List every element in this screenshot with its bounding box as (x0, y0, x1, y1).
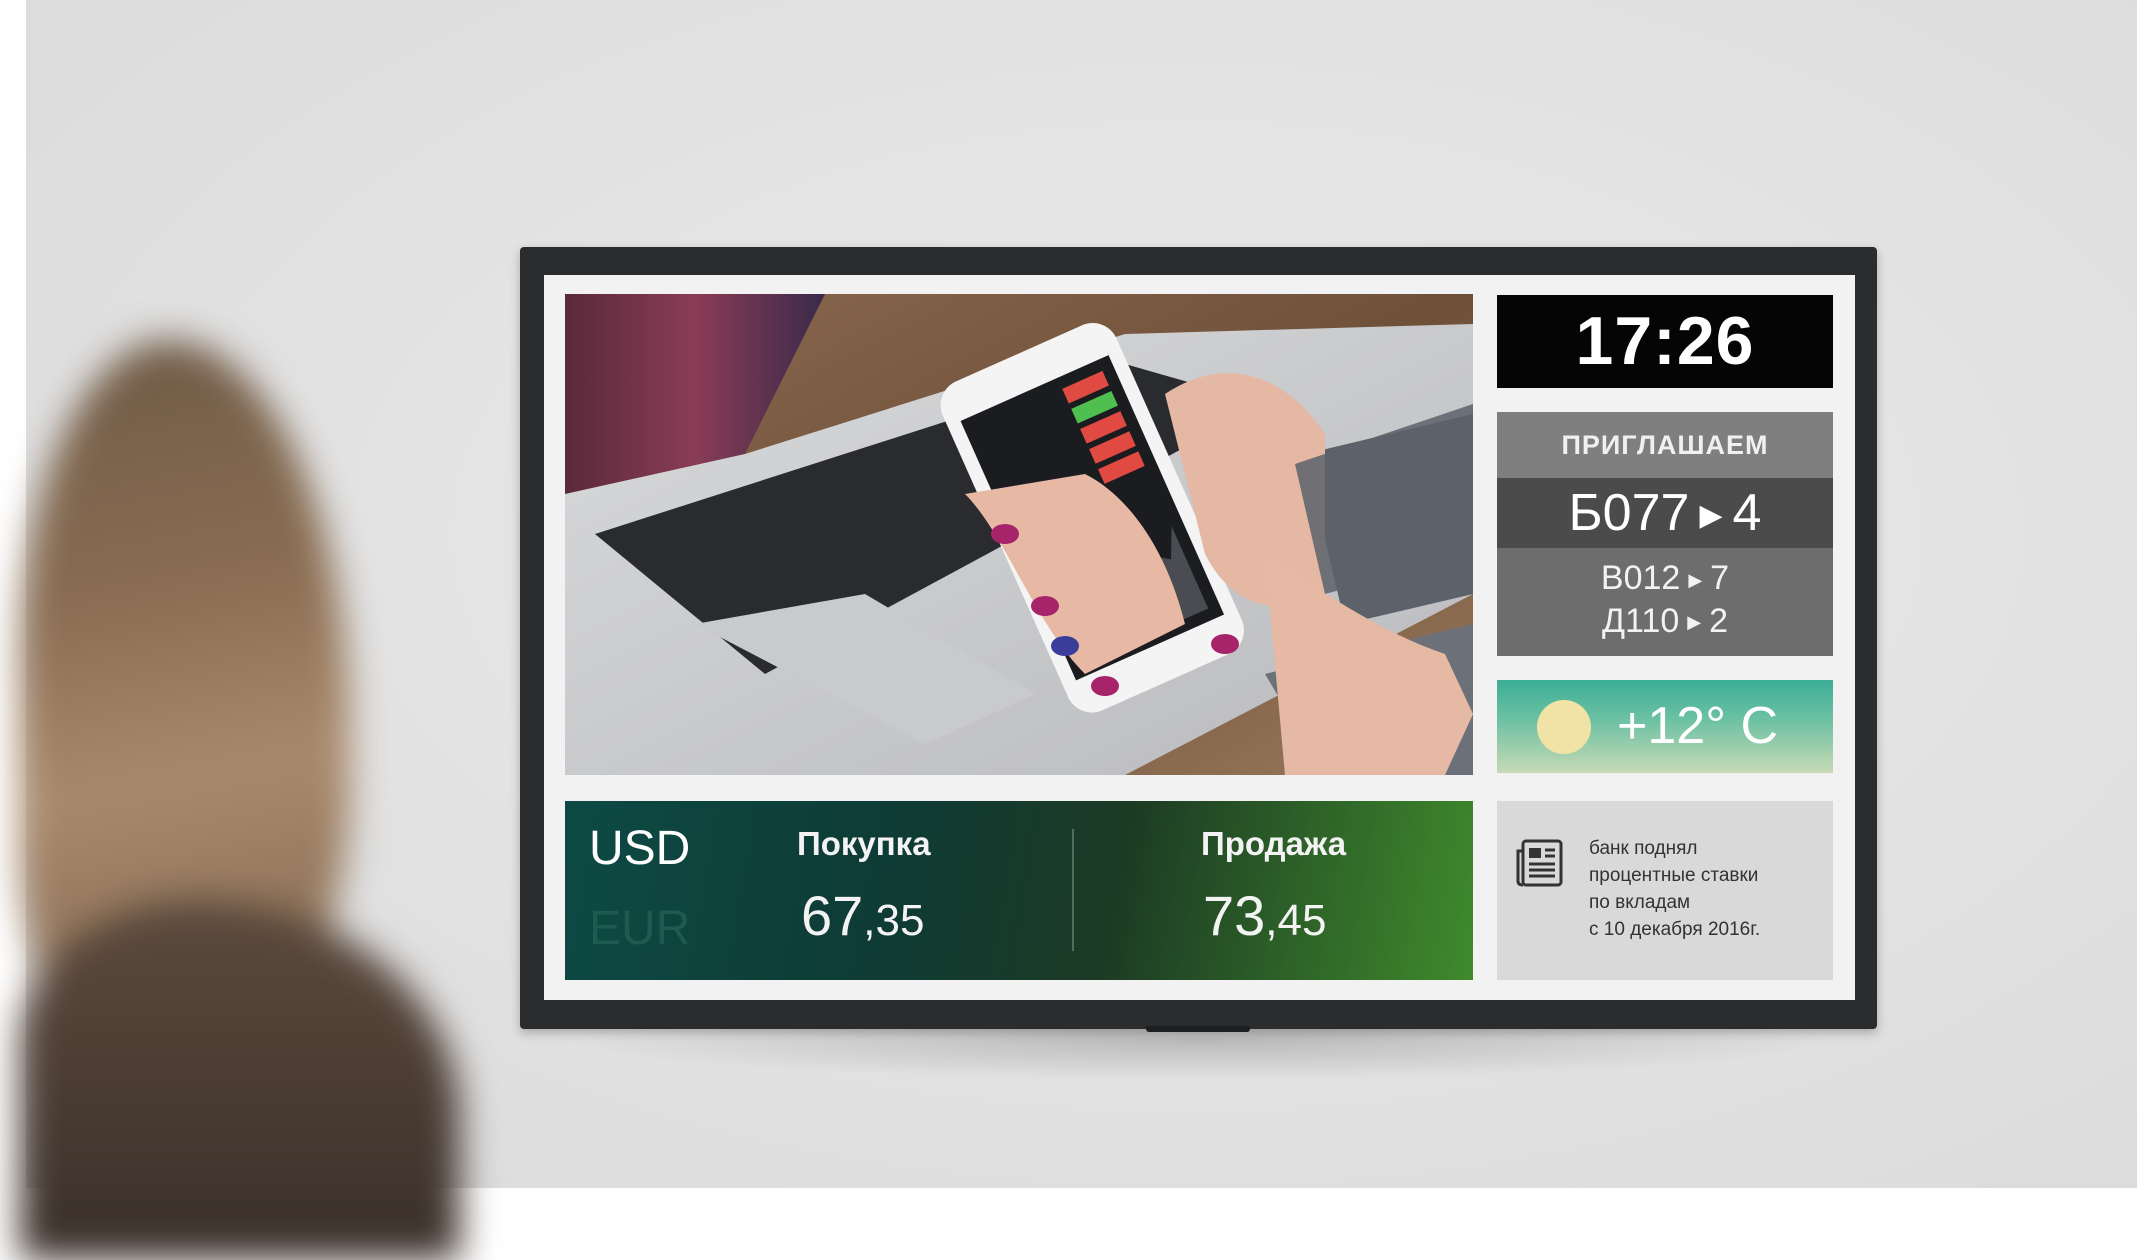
queue-next-list: В012 ▶ 7 Д110 ▶ 2 (1497, 548, 1833, 656)
current-ticket: Б077 (1568, 484, 1690, 542)
next-ticket: Д110 (1602, 601, 1680, 640)
news-text: банк поднял процентные ставки по вкладам… (1589, 835, 1825, 943)
queue-heading: ПРИГЛАШАЕМ (1497, 412, 1833, 478)
promo-photo (565, 294, 1473, 775)
next-window: 7 (1710, 559, 1730, 597)
temperature: +12° C (1617, 697, 1779, 755)
currency-panel: USD EUR Покупка 67,35 Продажа 73,45 (565, 801, 1473, 980)
tv-stand (1146, 1026, 1250, 1032)
queue-current: Б077 ▶ 4 (1497, 478, 1833, 548)
clock-display: 17:26 (1497, 295, 1833, 388)
sell-rate: 73,45 (1203, 883, 1326, 948)
sun-icon (1537, 700, 1591, 754)
sell-label: Продажа (1201, 825, 1347, 862)
buy-rate-frac: ,35 (863, 896, 925, 945)
news-line: по вкладам (1589, 892, 1691, 913)
next-ticket: В012 (1600, 559, 1681, 597)
news-line: с 10 декабря 2016г. (1589, 919, 1761, 940)
buy-rate-int: 67 (801, 884, 864, 947)
buy-label: Покупка (797, 825, 931, 862)
play-arrow-icon: ▶ (1688, 569, 1703, 590)
newspaper-icon (1516, 839, 1563, 887)
news-line: процентные ставки (1589, 865, 1759, 886)
play-arrow-icon: ▶ (1699, 499, 1723, 533)
play-arrow-icon: ▶ (1687, 612, 1702, 633)
currency-usd: USD (589, 822, 691, 875)
news-panel: банк поднял процентные ставки по вкладам… (1497, 801, 1833, 980)
buy-rate: 67,35 (801, 883, 924, 948)
laptop-phone-illustration (565, 294, 1473, 775)
queue-panel: ПРИГЛАШАЕМ Б077 ▶ 4 В012 ▶ 7 Д110 ▶ 2 (1497, 412, 1833, 656)
next-window: 2 (1709, 601, 1728, 640)
queue-next-item: Д110 ▶ 2 (1497, 601, 1833, 644)
rate-divider (1072, 829, 1074, 951)
currency-eur: EUR (589, 902, 691, 955)
blurred-person (20, 340, 480, 1260)
sell-rate-frac: ,45 (1265, 896, 1327, 945)
sell-rate-int: 73 (1203, 884, 1266, 947)
person-shoulder (20, 900, 460, 1260)
weather-panel: +12° C (1497, 680, 1833, 773)
current-window: 4 (1732, 484, 1762, 542)
news-line: банк поднял (1589, 838, 1698, 859)
queue-next-item: В012 ▶ 7 (1497, 558, 1833, 601)
